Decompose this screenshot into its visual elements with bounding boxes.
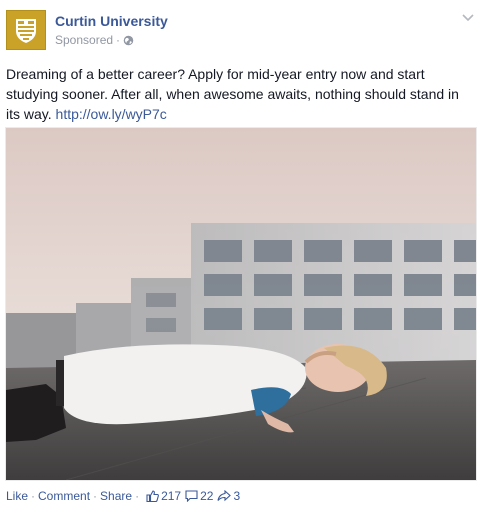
post-text: Dreaming of a better career? Apply for m… bbox=[6, 64, 476, 124]
thumbs-up-icon bbox=[146, 490, 159, 502]
comment-count-stat[interactable]: 22 bbox=[185, 489, 213, 503]
share-count: 3 bbox=[233, 489, 241, 503]
globe-icon[interactable] bbox=[123, 35, 134, 46]
sponsored-post: Curtin University Sponsored · Dreaming o… bbox=[0, 0, 479, 506]
share-arrow-icon bbox=[217, 490, 232, 502]
post-image[interactable] bbox=[6, 128, 476, 480]
comment-count: 22 bbox=[200, 489, 214, 503]
action-separator: · bbox=[93, 489, 98, 503]
share-count-stat[interactable]: 3 bbox=[217, 489, 240, 503]
meta-separator: · bbox=[116, 33, 121, 47]
page-avatar[interactable] bbox=[6, 10, 46, 50]
curtin-shield-logo-icon bbox=[7, 11, 45, 49]
sponsored-label[interactable]: Sponsored bbox=[55, 33, 113, 47]
post-action-bar: Like · Comment · Share · 217 22 3 bbox=[6, 489, 240, 503]
post-photo-scene bbox=[6, 128, 476, 480]
page-name-link[interactable]: Curtin University bbox=[55, 13, 168, 29]
post-link[interactable]: http://ow.ly/wyP7c bbox=[56, 106, 167, 122]
comment-link[interactable]: Comment bbox=[38, 489, 90, 503]
post-meta: Sponsored · bbox=[55, 33, 134, 47]
action-separator: · bbox=[31, 489, 36, 503]
share-link[interactable]: Share bbox=[100, 489, 132, 503]
chevron-down-icon[interactable] bbox=[462, 14, 474, 22]
like-count-stat[interactable]: 217 bbox=[146, 489, 181, 503]
action-separator: · bbox=[135, 489, 140, 503]
comment-bubble-icon bbox=[185, 490, 198, 502]
like-link[interactable]: Like bbox=[6, 489, 28, 503]
like-count: 217 bbox=[161, 489, 182, 503]
